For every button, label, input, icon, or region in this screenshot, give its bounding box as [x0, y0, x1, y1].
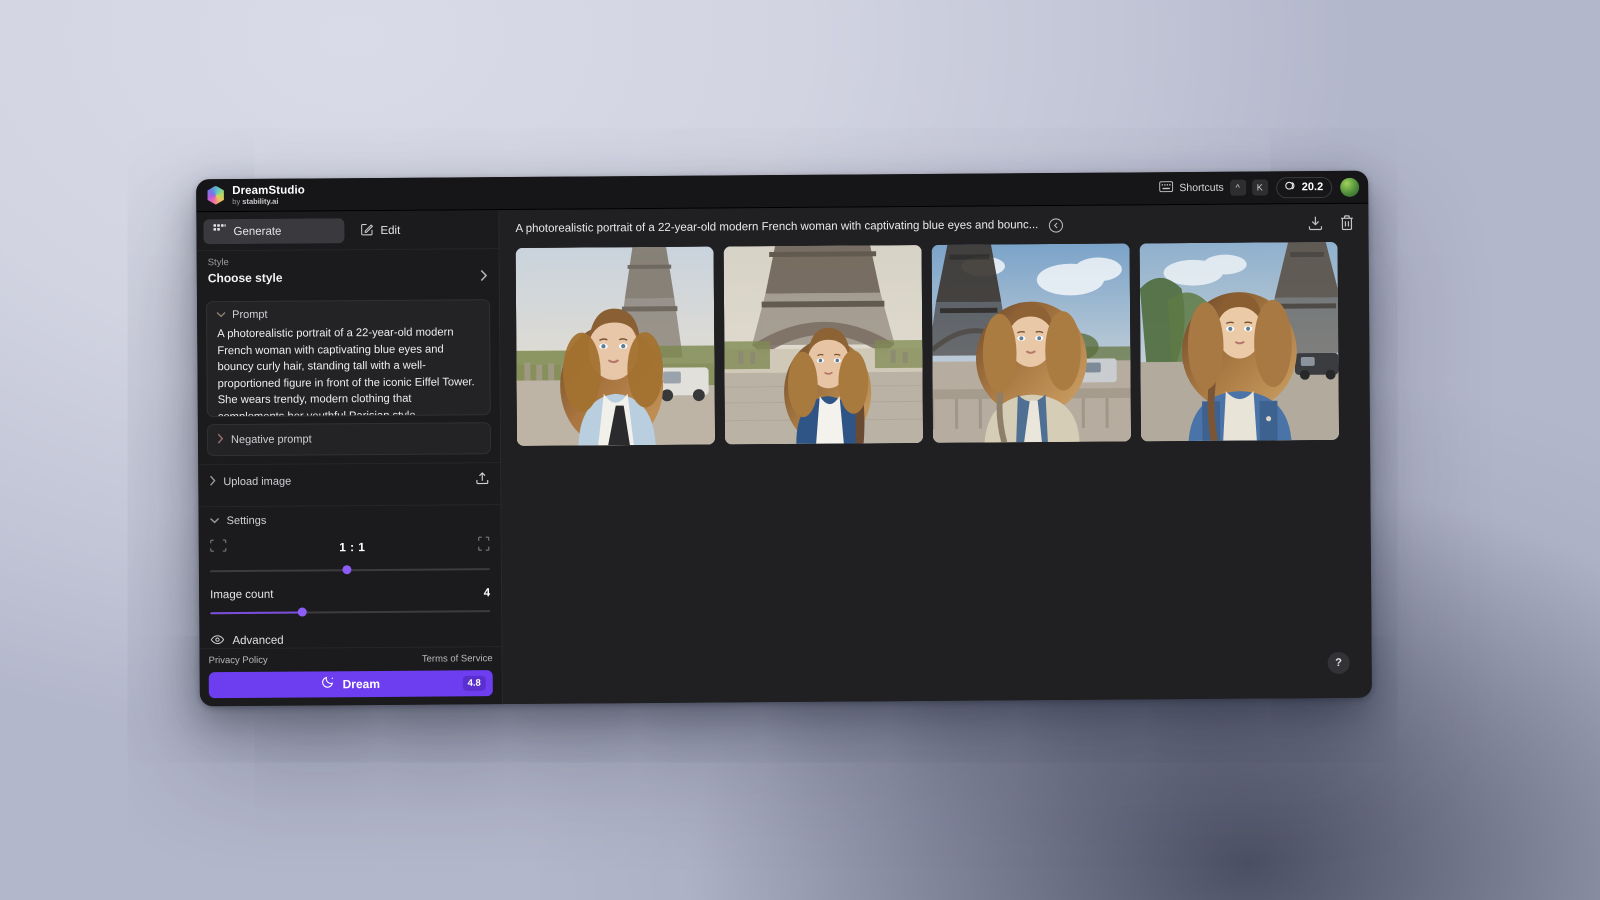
legal-links: Privacy Policy Terms of Service	[209, 653, 493, 666]
key-modifier[interactable]: ^	[1229, 179, 1246, 196]
grid-dots-icon	[213, 224, 226, 239]
results-title: A photorealistic portrait of a 22-year-o…	[515, 219, 1039, 235]
image-count-label: Image count	[210, 588, 274, 602]
dream-button[interactable]: Dream 4.8	[208, 670, 493, 699]
help-button[interactable]: ?	[1327, 651, 1350, 675]
dreamstudio-hexagon-logo-icon	[206, 186, 225, 205]
tab-edit[interactable]: Edit	[350, 217, 491, 243]
advanced-label: Advanced	[232, 634, 284, 648]
result-image-2[interactable]	[723, 244, 924, 445]
style-value: Choose style	[207, 270, 283, 286]
sidebar-footer: Privacy Policy Terms of Service Dream 4.…	[199, 646, 502, 707]
dream-cost-badge: 4.8	[462, 675, 486, 691]
sidebar: Generate Edit Style Choose style Prompt …	[196, 210, 503, 707]
tab-edit-label: Edit	[380, 224, 401, 237]
chevron-down-icon	[210, 515, 220, 527]
credits-value: 20.2	[1301, 181, 1324, 194]
chevron-down-icon	[216, 309, 226, 321]
aspect-ratio-value: 1 : 1	[339, 540, 366, 555]
slider-knob[interactable]	[342, 565, 352, 575]
credits-badge[interactable]: 20.2	[1275, 176, 1333, 198]
settings-label: Settings	[226, 514, 267, 528]
results-header: A photorealistic portrait of a 22-year-o…	[499, 204, 1368, 248]
upload-image-section[interactable]: Upload image	[198, 462, 501, 499]
terms-of-service-link[interactable]: Terms of Service	[422, 653, 493, 665]
chevron-right-icon	[217, 433, 224, 447]
dreamstudio-window: DreamStudio by stability.ai Shortcuts ^ …	[196, 170, 1372, 707]
style-label: Style	[207, 257, 229, 269]
prompt-header[interactable]: Prompt	[207, 300, 489, 324]
prompt-input[interactable]: A photorealistic portrait of a 22-year-o…	[207, 322, 490, 417]
trash-icon[interactable]	[1339, 215, 1354, 231]
image-count-value: 4	[483, 587, 491, 600]
style-selector[interactable]: Style Choose style	[196, 248, 499, 295]
prompt-header-label: Prompt	[232, 308, 268, 322]
aspect-ratio-row: 1 : 1	[210, 535, 490, 559]
landscape-frame-icon[interactable]	[210, 539, 227, 557]
coins-icon	[1284, 179, 1297, 195]
slider-fill	[210, 611, 303, 615]
upload-icon[interactable]	[475, 471, 489, 488]
shortcuts-button[interactable]: Shortcuts ^ K	[1159, 178, 1268, 197]
advanced-section[interactable]: Advanced	[199, 618, 501, 648]
pencil-square-icon	[360, 223, 374, 239]
dream-button-label: Dream	[342, 676, 381, 692]
user-avatar[interactable]	[1340, 177, 1360, 197]
keyboard-icon	[1159, 179, 1174, 197]
key-letter[interactable]: K	[1251, 179, 1268, 196]
chevron-right-icon	[209, 475, 216, 489]
settings-section-header[interactable]: Settings	[198, 504, 501, 530]
tab-generate[interactable]: Generate	[203, 218, 345, 245]
negative-prompt-label: Negative prompt	[230, 433, 312, 447]
tab-generate-label: Generate	[233, 225, 282, 238]
portrait-frame-icon[interactable]	[478, 536, 490, 556]
shortcuts-label: Shortcuts	[1179, 181, 1224, 195]
main-panel: A photorealistic portrait of a 22-year-o…	[499, 203, 1372, 705]
eye-icon	[210, 634, 225, 648]
app-title: DreamStudio	[232, 184, 305, 197]
upload-image-label: Upload image	[223, 475, 292, 488]
result-image-4[interactable]	[1139, 241, 1340, 442]
image-count-slider[interactable]	[210, 604, 491, 620]
brand: DreamStudio by stability.ai	[206, 184, 305, 206]
download-icon[interactable]	[1307, 215, 1323, 231]
chevron-right-icon	[480, 268, 488, 286]
prompt-card[interactable]: Prompt A photorealistic portrait of a 22…	[205, 299, 491, 418]
privacy-policy-link[interactable]: Privacy Policy	[209, 655, 268, 666]
image-count-row: Image count 4	[210, 587, 490, 601]
results-grid	[500, 241, 1370, 446]
moon-icon	[321, 675, 335, 693]
slider-knob[interactable]	[298, 607, 308, 617]
negative-prompt-section[interactable]: Negative prompt	[206, 422, 492, 457]
mode-tabs: Generate Edit	[196, 210, 498, 250]
app-subtitle: by stability.ai	[232, 196, 279, 206]
aspect-ratio-slider[interactable]	[209, 562, 490, 578]
result-image-1[interactable]	[515, 246, 716, 446]
circle-arrow-left-icon[interactable]	[1048, 217, 1063, 233]
settings-body: 1 : 1 Image count 4	[199, 527, 502, 620]
result-image-3[interactable]	[931, 243, 1132, 443]
